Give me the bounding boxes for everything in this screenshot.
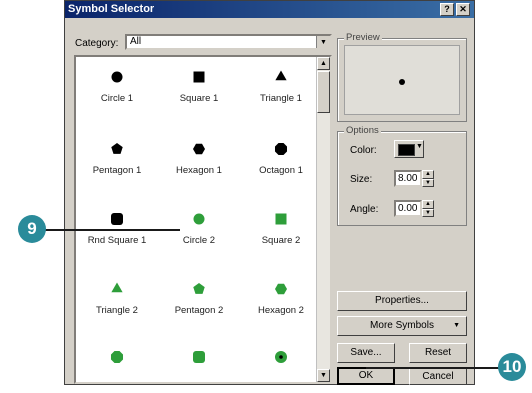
help-button[interactable]: ? xyxy=(440,3,454,16)
properties-button[interactable]: Properties... xyxy=(337,291,467,311)
callout-line xyxy=(366,367,512,369)
triangle-symbol-icon xyxy=(275,70,287,81)
title-bar[interactable]: Symbol Selector ? ✕ xyxy=(65,1,474,18)
octagon-symbol-icon xyxy=(274,142,288,156)
more-symbols-label: More Symbols xyxy=(370,320,434,331)
options-label: Options xyxy=(344,125,381,136)
symbol-item-label: Hexagon 2 xyxy=(258,305,304,316)
angle-down-arrow-icon[interactable]: ▼ xyxy=(422,209,434,217)
angle-label: Angle: xyxy=(350,204,379,215)
preview-area xyxy=(344,45,460,115)
square-symbol-icon xyxy=(275,213,287,225)
scroll-down-arrow-icon[interactable]: ▼ xyxy=(317,369,330,382)
reset-button[interactable]: Reset xyxy=(409,343,467,363)
octagon-symbol-icon xyxy=(110,350,124,364)
size-up-arrow-icon[interactable]: ▲ xyxy=(422,170,434,179)
symbol-item-label: Triangle 1 xyxy=(260,93,302,104)
preview-label: Preview xyxy=(344,32,382,43)
size-down-arrow-icon[interactable]: ▼ xyxy=(422,179,434,187)
close-button[interactable]: ✕ xyxy=(456,3,470,16)
options-group: Options Color: ▼ Size: 8.00 ▲ ▼ Angle: 0… xyxy=(337,125,467,226)
symbol-item-label: Circle 1 xyxy=(100,93,134,104)
symbol-item-label: Pentagon 1 xyxy=(92,165,142,176)
symbol-selector-dialog: Symbol Selector ? ✕ Category: All ▼ Circ… xyxy=(64,0,475,385)
symbol-item-label: Rnd Square 1 xyxy=(87,235,147,246)
pentagon-symbol-icon xyxy=(111,143,123,154)
symbol-item-label: Pentagon 2 xyxy=(174,305,224,316)
list-scrollbar[interactable]: ▲ ▼ xyxy=(316,57,330,382)
symbol-item-label: Octagon 1 xyxy=(259,165,303,176)
chevron-down-icon: ▼ xyxy=(453,322,460,329)
circle-symbol-icon xyxy=(193,213,205,225)
angle-input[interactable]: 0.00 xyxy=(394,200,422,217)
triangle-symbol-icon xyxy=(111,282,123,293)
chevron-down-icon[interactable]: ▼ xyxy=(316,36,330,48)
category-dropdown[interactable]: All ▼ xyxy=(125,34,332,50)
symbol-list[interactable]: Circle 1 Square 1 Triangle 1 Pentagon 1 Hexa… xyxy=(74,55,332,384)
preview-symbol-icon xyxy=(399,79,405,85)
hexagon-symbol-icon xyxy=(275,283,287,295)
circle-symbol-icon xyxy=(111,71,123,83)
symbol-item-label: Hexagon 1 xyxy=(176,165,222,176)
color-label: Color: xyxy=(350,145,377,156)
symbol-item-label: Square 1 xyxy=(179,93,219,104)
preview-group: Preview xyxy=(337,32,467,122)
category-label: Category: xyxy=(75,38,119,49)
ringdot-symbol-icon xyxy=(275,351,287,363)
step-callout-badge: 9 xyxy=(18,215,46,243)
roundsquare-symbol-icon xyxy=(111,213,123,225)
save-button[interactable]: Save... xyxy=(337,343,395,363)
category-value: All xyxy=(130,36,142,47)
symbol-item-label: Triangle 2 xyxy=(96,305,138,316)
size-input[interactable]: 8.00 xyxy=(394,170,422,187)
step-callout-badge: 10 xyxy=(498,353,526,381)
scroll-up-arrow-icon[interactable]: ▲ xyxy=(317,57,330,70)
angle-up-arrow-icon[interactable]: ▲ xyxy=(422,200,434,209)
symbol-item-label: Square 2 xyxy=(261,235,301,246)
roundsquare-symbol-icon xyxy=(193,351,205,363)
color-picker-button[interactable]: ▼ xyxy=(394,140,424,158)
cancel-button[interactable]: Cancel xyxy=(409,367,467,385)
scroll-thumb[interactable] xyxy=(317,71,330,113)
dialog-title: Symbol Selector xyxy=(68,3,155,15)
symbol-item-label: Circle 2 xyxy=(182,235,216,246)
hexagon-symbol-icon xyxy=(193,143,205,155)
more-symbols-button[interactable]: More Symbols ▼ xyxy=(337,316,467,336)
callout-line xyxy=(40,229,180,231)
square-symbol-icon xyxy=(193,71,205,83)
size-label: Size: xyxy=(350,174,373,185)
color-swatch xyxy=(398,144,415,156)
ok-button[interactable]: OK xyxy=(337,367,395,385)
chevron-down-icon: ▼ xyxy=(416,143,423,150)
pentagon-symbol-icon xyxy=(193,283,205,294)
